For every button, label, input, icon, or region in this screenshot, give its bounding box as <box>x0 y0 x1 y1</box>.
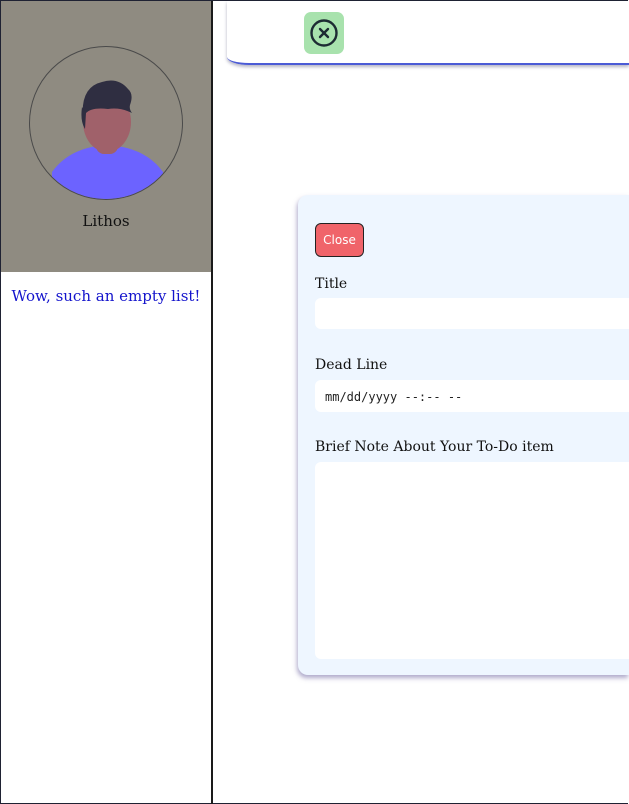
note-label: Brief Note About Your To-Do item <box>315 439 554 455</box>
sidebar: Lithos Wow, such an empty list! <box>1 1 213 804</box>
note-textarea[interactable] <box>315 462 629 659</box>
username-label: Lithos <box>82 212 130 230</box>
profile-panel: Lithos <box>1 1 211 272</box>
deadline-placeholder: mm/dd/yyyy --:-- -- <box>325 390 463 404</box>
top-bar <box>227 1 629 65</box>
avatar <box>29 46 183 200</box>
close-button[interactable]: Close <box>315 223 364 257</box>
todo-form: Close Title Dead Line mm/dd/yyyy --:-- -… <box>298 195 629 675</box>
close-circle-button[interactable] <box>304 12 344 54</box>
deadline-label: Dead Line <box>315 357 388 373</box>
title-label: Title <box>315 276 348 292</box>
main-panel: Close Title Dead Line mm/dd/yyyy --:-- -… <box>213 1 629 804</box>
deadline-input[interactable]: mm/dd/yyyy --:-- -- <box>315 380 629 412</box>
title-input[interactable] <box>315 298 629 329</box>
empty-list-message: Wow, such an empty list! <box>11 287 201 305</box>
avatar-illustration-icon <box>52 80 163 199</box>
circle-x-icon <box>310 19 338 47</box>
